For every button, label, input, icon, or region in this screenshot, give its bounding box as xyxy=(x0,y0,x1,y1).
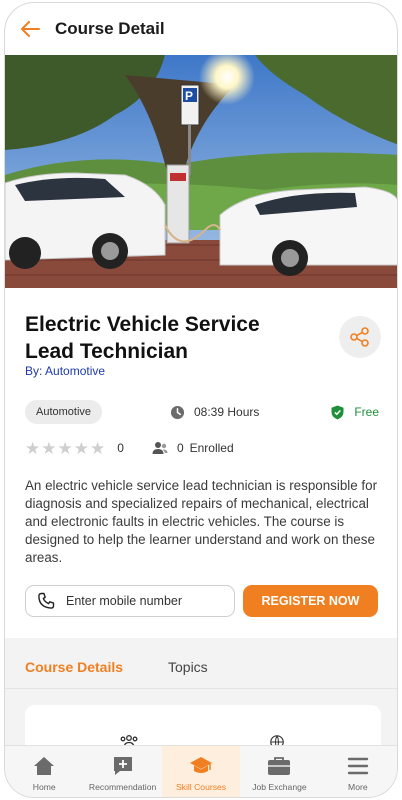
phone-frame: Course Detail P Electric Vehicle Service… xyxy=(4,2,398,798)
register-row: REGISTER NOW xyxy=(25,585,381,617)
page-title: Course Detail xyxy=(55,19,165,38)
course-provider-link[interactable]: By: Automotive xyxy=(25,364,105,378)
enrolled-count: 0 xyxy=(176,441,184,455)
home-icon xyxy=(33,754,55,778)
star-icon: ★ xyxy=(73,438,89,458)
duration-text: 08:39 Hours xyxy=(194,405,260,419)
nav-home[interactable]: Home xyxy=(5,746,83,797)
price: Free xyxy=(331,400,379,424)
briefcase-icon xyxy=(267,754,291,778)
back-arrow-icon[interactable] xyxy=(19,18,41,40)
nav-job-exchange[interactable]: Job Exchange xyxy=(240,746,318,797)
star-rating: ★ ★ ★ ★ ★ xyxy=(25,440,105,457)
users-icon xyxy=(152,441,168,455)
course-hero-image: P xyxy=(5,55,397,288)
course-stats-row: ★ ★ ★ ★ ★ 0 0 Enrolled xyxy=(25,438,234,458)
nav-more[interactable]: More xyxy=(319,746,397,797)
mobile-number-field[interactable] xyxy=(25,585,235,617)
svg-text:P: P xyxy=(185,89,193,103)
price-text: Free xyxy=(354,405,379,419)
star-icon: ★ xyxy=(25,438,41,458)
shield-check-icon xyxy=(331,405,354,420)
share-button[interactable] xyxy=(339,316,381,358)
menu-icon xyxy=(347,754,369,778)
nav-skill-courses[interactable]: Skill Courses xyxy=(161,746,241,797)
tab-bar: Course Details Topics xyxy=(5,638,397,689)
duration: 08:39 Hours xyxy=(170,400,259,424)
course-meta-row: Automotive 08:39 Hours Free xyxy=(25,400,381,424)
clock-icon xyxy=(170,405,194,420)
nav-skill-courses-label: Skill Courses xyxy=(175,782,227,792)
star-icon: ★ xyxy=(90,438,106,458)
app-header: Course Detail xyxy=(5,3,397,55)
enrolled-label: Enrolled xyxy=(189,441,234,455)
tab-course-details[interactable]: Course Details xyxy=(25,638,123,689)
nav-home-label: Home xyxy=(32,782,56,792)
register-now-button[interactable]: REGISTER NOW xyxy=(243,585,378,617)
share-icon xyxy=(349,326,371,348)
course-title: Electric Vehicle Service Lead Technician xyxy=(25,313,260,363)
nav-recommendation-label: Recommendation xyxy=(88,782,157,792)
recommendation-icon xyxy=(112,754,134,778)
star-icon: ★ xyxy=(41,438,57,458)
nav-more-label: More xyxy=(348,782,368,792)
mobile-number-input[interactable] xyxy=(66,594,216,608)
star-icon: ★ xyxy=(57,438,73,458)
nav-recommendation[interactable]: Recommendation xyxy=(83,746,161,797)
course-description: An electric vehicle service lead technic… xyxy=(25,478,378,565)
tab-topics[interactable]: Topics xyxy=(168,638,208,689)
nav-job-exchange-label: Job Exchange xyxy=(252,782,307,792)
graduation-cap-icon xyxy=(189,754,213,778)
bottom-navigation: Home Recommendation Skill Courses Job Ex… xyxy=(5,745,397,797)
category-chip: Automotive xyxy=(25,400,103,424)
rating-count: 0 xyxy=(117,441,124,455)
phone-icon xyxy=(36,591,56,611)
